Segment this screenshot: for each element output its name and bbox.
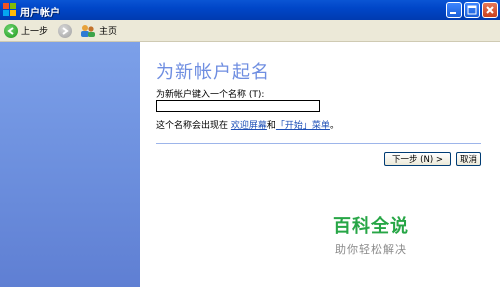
forward-arrow-icon — [58, 23, 72, 38]
title-bar[interactable]: 用户帐户 — [0, 0, 500, 20]
minimize-icon — [450, 12, 456, 14]
account-name-input[interactable] — [156, 100, 320, 112]
notice-suffix: 。 — [329, 121, 339, 131]
home-label: 主页 — [99, 27, 118, 37]
left-task-pane — [0, 42, 140, 287]
home-button[interactable]: 主页 — [80, 22, 117, 39]
maximize-button[interactable] — [464, 2, 480, 18]
maximize-icon — [467, 5, 477, 15]
welcome-screen-link[interactable]: 欢迎屏幕 — [231, 121, 267, 131]
close-button[interactable] — [482, 2, 498, 18]
divider — [156, 143, 481, 144]
users-icon — [81, 24, 95, 37]
notice-mid: 和 — [266, 121, 276, 131]
notice-prefix: 这个名称会出现在 — [156, 121, 229, 131]
name-prompt-label: 为新帐户键入一个名称 (T): — [156, 90, 265, 100]
back-label: 上一步 — [21, 27, 49, 37]
window-title: 用户帐户 — [20, 8, 60, 19]
close-icon — [486, 6, 494, 14]
start-menu-link[interactable]: 「开始」菜单 — [276, 121, 330, 131]
page-title: 为新帐户起名 — [156, 62, 270, 83]
toolbar: 上一步 主页 — [0, 20, 500, 42]
name-notice: 这个名称会出现在 欢迎屏幕和「开始」菜单。 — [156, 118, 339, 131]
watermark-title: 百科全说 — [333, 216, 409, 237]
next-button[interactable]: 下一步 (N) > — [384, 152, 451, 166]
watermark-subtitle: 助你轻松解决 — [335, 243, 407, 256]
back-button[interactable]: 上一步 — [4, 22, 48, 39]
watermark: 百科全说 助你轻松解决 — [333, 212, 409, 257]
user-accounts-icon — [3, 3, 16, 16]
main-content: 为新帐户起名 为新帐户键入一个名称 (T): 这个名称会出现在 欢迎屏幕和「开始… — [140, 42, 500, 287]
cancel-button[interactable]: 取消 — [456, 152, 481, 166]
forward-button[interactable] — [58, 22, 72, 39]
back-arrow-icon — [4, 23, 18, 38]
minimize-button[interactable] — [446, 2, 462, 18]
